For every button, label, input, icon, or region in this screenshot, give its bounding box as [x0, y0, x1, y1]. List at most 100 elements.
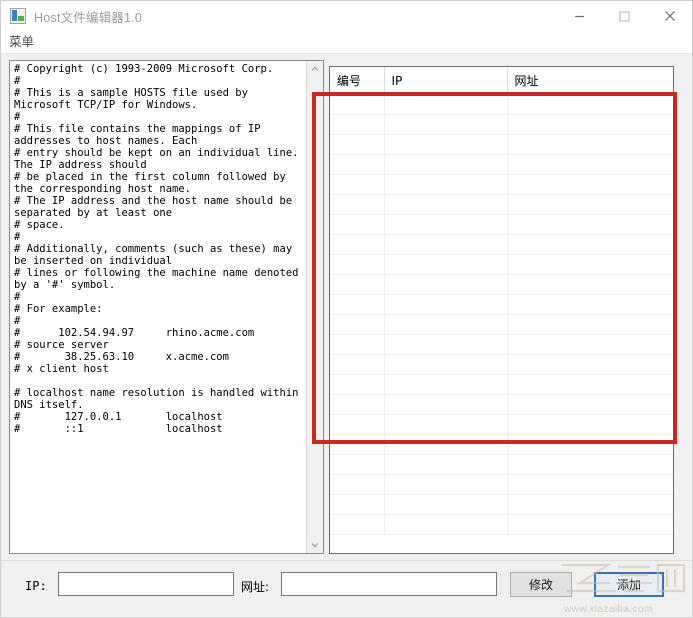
add-button[interactable]: 添加	[594, 572, 664, 597]
table-cell-empty[interactable]	[384, 214, 508, 235]
table-cell-empty[interactable]	[384, 234, 508, 255]
table-cell-empty[interactable]	[384, 114, 508, 135]
table-cell-empty[interactable]	[507, 254, 673, 275]
table-cell-empty[interactable]	[330, 354, 385, 375]
table-cell-empty[interactable]	[384, 394, 508, 415]
table-cell-empty[interactable]	[384, 334, 508, 355]
table-cell-empty[interactable]	[384, 354, 508, 375]
url-input[interactable]	[281, 572, 497, 596]
scroll-down-arrow[interactable]	[307, 537, 323, 553]
table-row-empty[interactable]	[330, 454, 673, 475]
table-row-empty[interactable]	[330, 414, 673, 435]
table-row-empty[interactable]	[330, 194, 673, 215]
column-header-url[interactable]: 网址	[507, 67, 673, 95]
table-cell-empty[interactable]	[384, 294, 508, 315]
table-cell-empty[interactable]	[330, 474, 385, 495]
table-cell-empty[interactable]	[384, 174, 508, 195]
table-cell-empty[interactable]	[330, 234, 385, 255]
table-cell-empty[interactable]	[384, 154, 508, 175]
table-cell-empty[interactable]	[330, 434, 385, 455]
table-cell-empty[interactable]	[507, 274, 673, 295]
table-cell-empty[interactable]	[330, 254, 385, 275]
column-header-id[interactable]: 编号	[330, 67, 385, 95]
table-cell-empty[interactable]	[330, 294, 385, 315]
table-row-empty[interactable]	[330, 314, 673, 335]
table-row-empty[interactable]	[330, 474, 673, 495]
column-header-ip[interactable]: IP	[384, 67, 508, 95]
table-row-empty[interactable]	[330, 254, 673, 275]
hosts-editor[interactable]: # Copyright (c) 1993-2009 Microsoft Corp…	[9, 60, 324, 554]
modify-button[interactable]: 修改	[510, 572, 572, 597]
editor-vertical-scrollbar[interactable]	[306, 61, 323, 553]
table-cell-empty[interactable]	[330, 94, 385, 115]
table-cell-empty[interactable]	[507, 374, 673, 395]
table-cell-empty[interactable]	[330, 314, 385, 335]
table-cell-empty[interactable]	[384, 434, 508, 455]
table-row-empty[interactable]	[330, 214, 673, 235]
table-cell-empty[interactable]	[384, 314, 508, 335]
table-cell-empty[interactable]	[330, 334, 385, 355]
table-cell-empty[interactable]	[330, 114, 385, 135]
table-cell-empty[interactable]	[507, 174, 673, 195]
table-cell-empty[interactable]	[384, 514, 508, 535]
table-cell-empty[interactable]	[507, 334, 673, 355]
table-cell-empty[interactable]	[330, 274, 385, 295]
table-cell-empty[interactable]	[384, 374, 508, 395]
table-row-empty[interactable]	[330, 374, 673, 395]
table-cell-empty[interactable]	[384, 414, 508, 435]
table-cell-empty[interactable]	[507, 354, 673, 375]
table-cell-empty[interactable]	[330, 454, 385, 475]
table-cell-empty[interactable]	[507, 214, 673, 235]
minimize-button[interactable]	[557, 1, 602, 31]
table-cell-empty[interactable]	[330, 194, 385, 215]
table-row-empty[interactable]	[330, 274, 673, 295]
table-cell-empty[interactable]	[507, 454, 673, 475]
table-cell-empty[interactable]	[507, 314, 673, 335]
table-cell-empty[interactable]	[330, 214, 385, 235]
table-cell-empty[interactable]	[507, 94, 673, 115]
table-row-empty[interactable]	[330, 94, 673, 115]
table-row-empty[interactable]	[330, 354, 673, 375]
table-cell-empty[interactable]	[507, 494, 673, 515]
table-row-empty[interactable]	[330, 514, 673, 535]
table-cell-empty[interactable]	[507, 414, 673, 435]
ip-input[interactable]	[58, 572, 234, 596]
scrollbar-thumb[interactable]	[307, 77, 323, 197]
table-cell-empty[interactable]	[507, 434, 673, 455]
table-cell-empty[interactable]	[330, 174, 385, 195]
table-row-empty[interactable]	[330, 294, 673, 315]
table-cell-empty[interactable]	[384, 254, 508, 275]
table-cell-empty[interactable]	[384, 194, 508, 215]
table-cell-empty[interactable]	[507, 234, 673, 255]
table-row-empty[interactable]	[330, 434, 673, 455]
hosts-file-textarea[interactable]: # Copyright (c) 1993-2009 Microsoft Corp…	[10, 61, 306, 553]
menu-item-caidan[interactable]: 菜单	[1, 31, 42, 53]
table-cell-empty[interactable]	[330, 494, 385, 515]
table-cell-empty[interactable]	[507, 294, 673, 315]
maximize-button[interactable]	[602, 1, 647, 31]
table-cell-empty[interactable]	[507, 114, 673, 135]
table-cell-empty[interactable]	[384, 134, 508, 155]
table-cell-empty[interactable]	[507, 134, 673, 155]
table-cell-empty[interactable]	[507, 514, 673, 535]
scroll-up-arrow[interactable]	[307, 61, 323, 77]
table-cell-empty[interactable]	[384, 274, 508, 295]
table-cell-empty[interactable]	[330, 394, 385, 415]
table-cell-empty[interactable]	[507, 194, 673, 215]
table-row-empty[interactable]	[330, 114, 673, 135]
table-row-empty[interactable]	[330, 154, 673, 175]
table-cell-empty[interactable]	[384, 474, 508, 495]
records-panel[interactable]: 编号 IP 网址	[329, 66, 674, 554]
table-cell-empty[interactable]	[507, 474, 673, 495]
close-button[interactable]	[647, 1, 692, 31]
table-cell-empty[interactable]	[330, 374, 385, 395]
table-cell-empty[interactable]	[330, 134, 385, 155]
table-cell-empty[interactable]	[507, 394, 673, 415]
table-cell-empty[interactable]	[507, 154, 673, 175]
table-cell-empty[interactable]	[330, 514, 385, 535]
table-row-empty[interactable]	[330, 394, 673, 415]
table-row-empty[interactable]	[330, 134, 673, 155]
table-row-empty[interactable]	[330, 234, 673, 255]
table-cell-empty[interactable]	[384, 494, 508, 515]
table-cell-empty[interactable]	[384, 94, 508, 115]
